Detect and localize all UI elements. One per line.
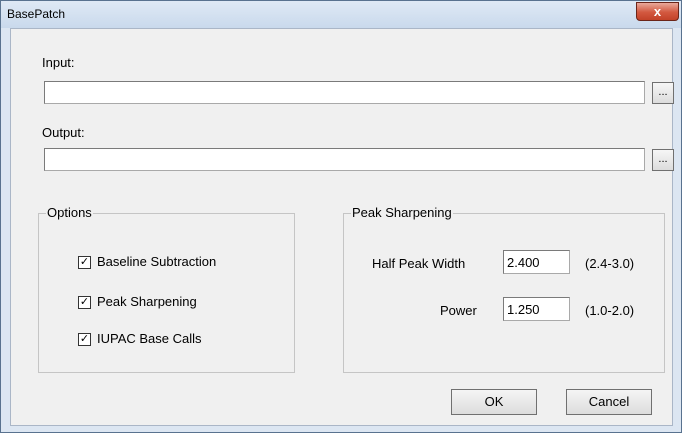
half-peak-width-field[interactable] xyxy=(503,250,570,274)
half-peak-width-label: Half Peak Width xyxy=(372,256,466,271)
dialog-window: BasePatch x Input: ... Output: ... Optio… xyxy=(0,0,682,433)
cancel-button[interactable]: Cancel xyxy=(566,389,652,415)
baseline-subtraction-label: Baseline Subtraction xyxy=(97,254,217,269)
input-field[interactable] xyxy=(44,81,645,104)
options-legend: Options xyxy=(46,205,93,220)
half-peak-width-range: (2.4-3.0) xyxy=(585,256,635,271)
baseline-subtraction-checkbox[interactable]: ✓ xyxy=(78,256,91,269)
iupac-base-calls-label: IUPAC Base Calls xyxy=(97,331,202,346)
peak-sharpening-label: Peak Sharpening xyxy=(97,294,197,309)
window-title: BasePatch xyxy=(7,7,66,21)
power-field[interactable] xyxy=(503,297,570,321)
power-range: (1.0-2.0) xyxy=(585,303,635,318)
checkmark-icon: ✓ xyxy=(79,296,90,308)
output-browse-button[interactable]: ... xyxy=(652,149,674,171)
input-label: Input: xyxy=(42,55,75,70)
peak-sharpening-group: Peak Sharpening Half Peak Width (2.4-3.0… xyxy=(343,205,665,373)
close-icon: x xyxy=(653,4,662,19)
options-group: Options ✓ Baseline Subtraction ✓ Peak Sh… xyxy=(38,205,295,373)
title-bar[interactable]: BasePatch x xyxy=(1,1,681,28)
output-label: Output: xyxy=(42,125,85,140)
dialog-body: Input: ... Output: ... Options ✓ Baselin… xyxy=(10,28,674,426)
close-button[interactable]: x xyxy=(636,2,679,21)
ok-button[interactable]: OK xyxy=(451,389,537,415)
power-label: Power xyxy=(440,303,477,318)
iupac-base-calls-checkbox[interactable]: ✓ xyxy=(78,333,91,346)
input-browse-button[interactable]: ... xyxy=(652,82,674,104)
checkmark-icon: ✓ xyxy=(79,256,90,268)
output-field[interactable] xyxy=(44,148,645,171)
checkmark-icon: ✓ xyxy=(79,333,90,345)
peak-sharpening-checkbox[interactable]: ✓ xyxy=(78,296,91,309)
peak-sharpening-legend: Peak Sharpening xyxy=(351,205,453,220)
